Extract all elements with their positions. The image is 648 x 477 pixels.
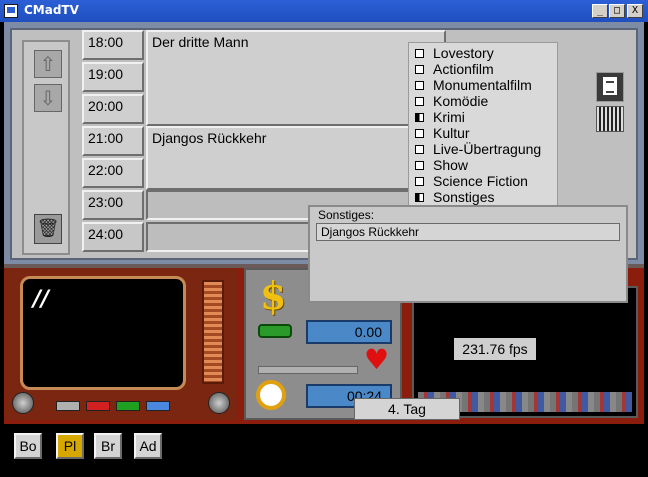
side-tools [596,72,626,162]
tv-channel-button[interactable] [146,401,170,411]
maximize-button[interactable]: □ [609,4,625,18]
game-client-area: ⇧ ⇩ 🗑 18:00 19:00 20:00 21:00 22:00 23:0… [4,22,644,473]
checkbox-checked-icon [415,193,424,202]
trash-icon[interactable]: 🗑 [34,214,62,244]
tv-channel-button[interactable] [116,401,140,411]
scroll-column: ⇧ ⇩ 🗑 [22,40,70,255]
tv-knob-left-icon[interactable] [12,392,34,414]
channel-logo-icon: // [33,287,50,312]
genre-checkbox-scifi[interactable]: Science Fiction [415,173,528,189]
genre-label: Kultur [433,125,470,141]
genre-checkbox-live[interactable]: Live-Übertragung [415,141,541,157]
tv-speaker-grille [202,280,224,384]
nav-button-pl[interactable]: Pl [56,433,84,459]
genre-label: Sonstiges [433,189,495,205]
nav-button-ad[interactable]: Ad [134,433,162,459]
time-slot[interactable]: 24:00 [82,222,144,252]
genre-checkbox-monumentalfilm[interactable]: Monumentalfilm [415,77,532,93]
time-slot[interactable]: 19:00 [82,62,144,92]
app-icon [4,4,18,18]
audience-slider[interactable] [258,366,358,374]
scroll-up-icon[interactable]: ⇧ [34,50,62,78]
checkbox-icon [415,81,424,90]
genre-label: Show [433,157,469,173]
document-icon[interactable] [596,72,624,102]
money-stack-icon [258,324,292,338]
window-titlebar[interactable]: CMadTV _ □ X [0,0,648,22]
time-slot[interactable]: 22:00 [82,158,144,188]
checkbox-icon [415,49,424,58]
tv-channel-button[interactable] [56,401,80,411]
minimize-button[interactable]: _ [592,4,608,18]
tv-channel-button[interactable] [86,401,110,411]
genre-label: Komödie [433,93,489,109]
genre-label: Lovestory [433,45,494,61]
time-slot[interactable]: 18:00 [82,30,144,60]
heart-icon: ♥ [364,343,390,376]
day-indicator: 4. Tag [354,398,460,420]
window-title: CMadTV [24,3,79,17]
checkbox-icon [415,129,424,138]
fps-counter: 231.76 fps [454,338,536,360]
time-slot[interactable]: 23:00 [82,190,144,220]
genre-label: Actionfilm [433,61,494,77]
genre-checkbox-show[interactable]: Show [415,157,468,173]
nav-button-br[interactable]: Br [94,433,122,459]
genre-checkbox-kultur[interactable]: Kultur [415,125,470,141]
genre-label: Krimi [433,109,465,125]
checkbox-icon [415,177,424,186]
checkbox-icon [415,65,424,74]
genre-checkbox-komoedie[interactable]: Komödie [415,93,488,109]
scroll-down-icon[interactable]: ⇩ [34,84,62,112]
programme-block[interactable]: Der dritte Mann [146,30,446,126]
checkbox-icon [415,97,424,106]
checkbox-icon [415,161,424,170]
time-slot[interactable]: 21:00 [82,126,144,156]
sonstiges-label: Sonstiges: [318,208,375,222]
checkbox-icon [415,145,424,154]
close-button[interactable]: X [627,4,643,18]
genre-label: Live-Übertragung [433,141,542,157]
checkbox-checked-icon [415,113,424,122]
genre-checkbox-actionfilm[interactable]: Actionfilm [415,61,494,77]
time-slot[interactable]: 20:00 [82,94,144,124]
genre-checkbox-krimi[interactable]: Krimi [415,109,465,125]
genre-label: Science Fiction [433,173,528,189]
tv-set: // [6,268,238,420]
programme-block[interactable]: Djangos Rückkehr [146,126,446,190]
genre-checkbox-lovestory[interactable]: Lovestory [415,45,494,61]
tv-screen[interactable]: // [20,276,186,390]
money-display: 0.00 [306,320,392,344]
dollar-icon: $ [260,273,287,318]
alarm-clock-icon [256,380,286,410]
sonstiges-item[interactable]: Djangos Rückkehr [316,223,620,241]
grid-icon[interactable] [596,106,624,132]
genre-label: Monumentalfilm [433,77,532,93]
sonstiges-dropdown: Sonstiges: Djangos Rückkehr [308,205,628,303]
genre-checkbox-sonstiges[interactable]: Sonstiges [415,189,494,205]
nav-button-bo[interactable]: Bo [14,433,42,459]
tv-knob-right-icon[interactable] [208,392,230,414]
